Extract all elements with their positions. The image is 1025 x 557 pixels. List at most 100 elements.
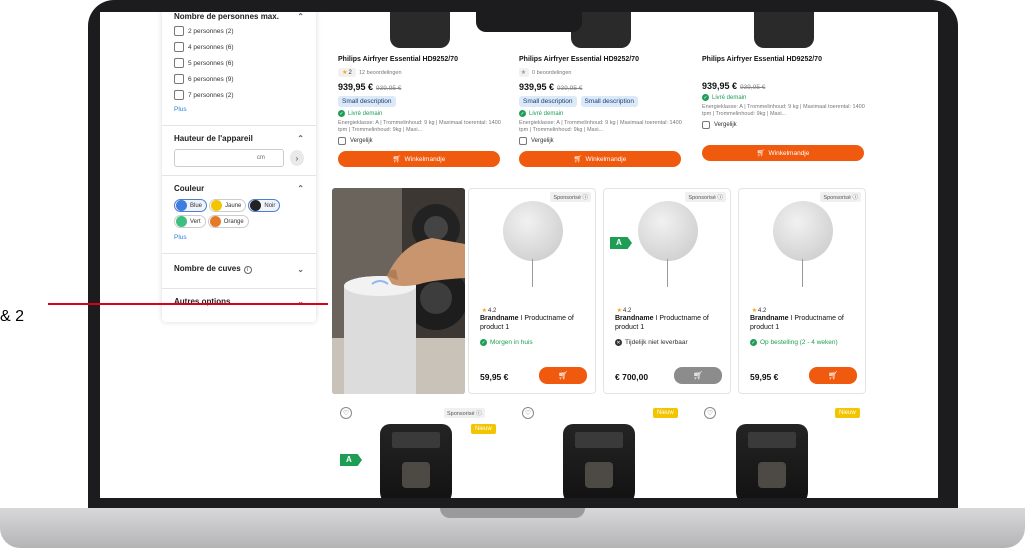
product-name[interactable]: Brandname I Productname of product 1 [480, 314, 590, 332]
airfryer-handle [758, 462, 786, 488]
product-image-airfryer[interactable] [380, 424, 452, 498]
checkbox-4-persons[interactable]: 4 personnes (6) [174, 39, 304, 55]
sponsored-product-card[interactable]: Sponsorisé ⓘ ★ 4.2 Brandname I Productnam… [738, 188, 866, 394]
checkbox[interactable] [174, 90, 184, 100]
checkbox[interactable] [338, 137, 346, 145]
checkbox[interactable] [519, 137, 527, 145]
star-icon: ★ [342, 70, 348, 76]
product-card[interactable]: Philips Airfryer Essential HD9252/70 939… [702, 12, 867, 161]
product-card[interactable]: Philips Airfryer Essential HD9252/70 ★ 0… [519, 12, 684, 167]
tanks-filter-heading[interactable]: Nombre de cuves i ⌄ [174, 264, 304, 274]
info-icon[interactable]: i [243, 266, 252, 274]
add-to-cart-button[interactable]: 🛒︎ Winkelmandje [338, 151, 500, 167]
info-icon: ⓘ [476, 411, 482, 417]
sponsored-tag[interactable]: Sponsorisé ⓘ [820, 192, 861, 202]
product-image[interactable] [390, 12, 450, 48]
unavailable-icon: ✕ [615, 339, 622, 346]
airfryer-panel [575, 432, 623, 448]
product-image-airfryer[interactable] [736, 424, 808, 498]
product-name[interactable]: Brandname I Productname of product 1 [615, 314, 725, 332]
compare-checkbox[interactable]: Vergelijk [338, 137, 503, 145]
speaker-cord [532, 259, 533, 287]
color-chip-orange[interactable]: Orange [207, 215, 249, 228]
speaker-cord [667, 259, 668, 287]
cart-icon: 🛒︎ [692, 371, 704, 380]
checkbox-7-persons[interactable]: 7 personnes (2) [174, 87, 304, 103]
checkbox[interactable] [174, 58, 184, 68]
product-name[interactable]: Philips Airfryer Essential HD9252/70 [338, 56, 503, 63]
height-input[interactable]: cm [174, 149, 284, 167]
checkbox-2-persons[interactable]: 2 personnes (2) [174, 23, 304, 39]
heart-icon[interactable]: ♡ [704, 407, 716, 419]
sponsored-tag[interactable]: Sponsorisé ⓘ [685, 192, 726, 202]
checkbox[interactable] [174, 74, 184, 84]
promo-image-smart-speaker[interactable] [332, 188, 465, 394]
checkbox[interactable] [174, 26, 184, 36]
browser-screen: Nombre de personnes max. ⌃ 2 personnes (… [100, 12, 938, 498]
product-image-speaker[interactable] [638, 201, 698, 261]
product-badges: Small description Small description [519, 96, 684, 107]
sponsored-product-card[interactable]: Sponsorisé ⓘ ★ 4.2 Brandname I Productnam… [468, 188, 596, 394]
new-badge: Nieuw [653, 408, 678, 418]
product-name[interactable]: Philips Airfryer Essential HD9252/70 [702, 56, 867, 63]
chevron-up-icon: ⌃ [297, 184, 304, 193]
divider [162, 175, 316, 176]
checkbox-6-persons[interactable]: 6 personnes (9) [174, 71, 304, 87]
product-image[interactable] [754, 12, 814, 48]
color-swatch [176, 216, 187, 227]
color-chip-blue[interactable]: Blue [174, 199, 208, 212]
color-chip-green[interactable]: Vert [174, 215, 206, 228]
airfryer-handle [585, 462, 613, 488]
delivery-status: ✓ Livré demain [338, 110, 383, 117]
product-rating: ★ 0 beoordelingen [519, 68, 572, 77]
persons-more-link[interactable]: Plus [174, 103, 304, 117]
product-image-speaker[interactable] [773, 201, 833, 261]
energy-label[interactable]: A [340, 454, 362, 466]
color-chip-black[interactable]: Noir [248, 199, 281, 212]
persons-filter-heading[interactable]: Nombre de personnes max. ⌃ [174, 12, 304, 21]
star-icon: ★ [481, 308, 488, 314]
height-filter-heading[interactable]: Hauteur de l'appareil ⌃ [174, 134, 304, 143]
divider [162, 253, 316, 254]
add-to-cart-button[interactable]: 🛒︎ Winkelmandje [702, 145, 864, 161]
color-chip-list: Blue Jaune Noir Vert Orange [174, 199, 304, 231]
height-submit-button[interactable]: › [289, 150, 304, 166]
sponsored-tag[interactable]: Sponsorisé ⓘ [444, 408, 485, 418]
checkbox-5-persons[interactable]: 5 personnes (6) [174, 55, 304, 71]
add-to-cart-button[interactable]: 🛒︎ [809, 367, 857, 384]
add-to-cart-button[interactable]: 🛒︎ Winkelmandje [519, 151, 681, 167]
divider [162, 125, 316, 126]
height-input-row: cm › [174, 149, 304, 167]
add-to-cart-button[interactable]: 🛒︎ [539, 367, 587, 384]
compare-checkbox[interactable]: Vergelijk [519, 137, 684, 145]
product-name[interactable]: Brandname I Productname of product 1 [750, 314, 860, 332]
delivery-status: ✓ Op bestelling (2 - 4 weken) [750, 339, 838, 346]
annotation-label: & 2 [0, 308, 25, 325]
compare-checkbox[interactable]: Vergelijk [702, 121, 867, 129]
energy-label[interactable]: A [610, 237, 632, 249]
add-to-cart-button-disabled[interactable]: 🛒︎ [674, 367, 722, 384]
sponsored-tag[interactable]: Sponsorisé ⓘ [550, 192, 591, 202]
delivery-status: ✓ Morgen in huis [480, 339, 533, 346]
chevron-down-icon: ⌄ [297, 264, 304, 274]
sponsored-product-card[interactable]: Sponsorisé ⓘ A ★ 4.2 Brandname I Productn… [603, 188, 731, 394]
product-image-speaker[interactable] [503, 201, 563, 261]
color-filter-heading[interactable]: Couleur ⌃ [174, 184, 304, 193]
checkbox[interactable] [702, 121, 710, 129]
product-name[interactable]: Philips Airfryer Essential HD9252/70 [519, 56, 684, 63]
color-swatch [176, 200, 187, 211]
product-price: 939,95 €939,95 € [702, 81, 766, 91]
description-badge: Small description [338, 96, 396, 107]
info-icon: ⓘ [717, 195, 723, 201]
heart-icon[interactable]: ♡ [340, 407, 352, 419]
checkbox[interactable] [174, 42, 184, 52]
rating-spacer [702, 63, 867, 76]
heart-icon[interactable]: ♡ [522, 407, 534, 419]
color-more-link[interactable]: Plus [174, 231, 304, 245]
product-image-airfryer[interactable] [563, 424, 635, 498]
rating-badge: ★ [519, 68, 529, 77]
new-badge: Nieuw [471, 424, 496, 434]
check-circle-icon: ✓ [480, 339, 487, 346]
color-chip-yellow[interactable]: Jaune [209, 199, 247, 212]
product-card[interactable]: Philips Airfryer Essential HD9252/70 ★ 2 … [338, 12, 503, 167]
